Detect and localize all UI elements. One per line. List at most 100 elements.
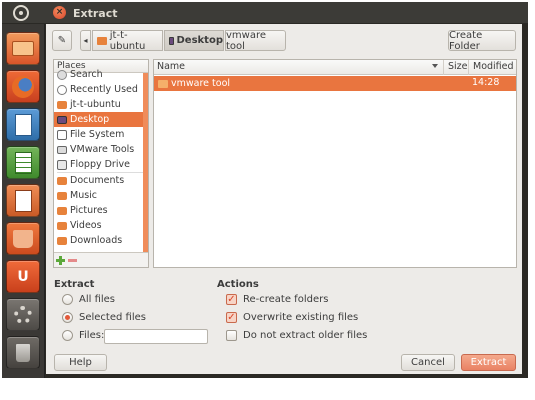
folder-icon bbox=[57, 176, 67, 185]
radio-label: Selected files bbox=[79, 312, 146, 323]
place-item-home[interactable]: jt-t-ubuntu bbox=[54, 97, 148, 112]
actions-section-title: Actions bbox=[217, 279, 259, 290]
ubuntu-one-launcher-icon[interactable]: U bbox=[6, 260, 40, 293]
unity-launcher: U bbox=[2, 24, 45, 378]
place-item-pictures[interactable]: Pictures bbox=[54, 203, 148, 218]
pictures-icon bbox=[57, 206, 67, 215]
create-folder-button[interactable]: Create Folder bbox=[448, 30, 516, 52]
add-bookmark-icon[interactable] bbox=[56, 256, 65, 265]
place-item-music[interactable]: Music bbox=[54, 188, 148, 203]
disk-icon bbox=[57, 145, 67, 154]
checkbox-label: Overwrite existing files bbox=[243, 312, 359, 323]
place-label: Videos bbox=[70, 220, 102, 231]
help-button[interactable]: Help bbox=[54, 354, 107, 371]
desktop-icon bbox=[57, 115, 67, 124]
checkbox-recreate-folders[interactable]: ✓ Re-create folders bbox=[226, 294, 328, 305]
cancel-button[interactable]: Cancel bbox=[401, 354, 455, 371]
calc-launcher-icon[interactable] bbox=[6, 146, 40, 179]
place-item-downloads[interactable]: Downloads bbox=[54, 233, 148, 248]
places-scrollbar[interactable] bbox=[143, 73, 148, 253]
column-label: Name bbox=[157, 61, 186, 72]
breadcrumb-home[interactable]: jt-t-ubuntu bbox=[92, 29, 163, 52]
places-footer bbox=[54, 252, 148, 267]
checkbox-unchecked-icon[interactable] bbox=[226, 330, 237, 341]
software-center-launcher-icon[interactable] bbox=[6, 222, 40, 255]
place-label: Downloads bbox=[70, 235, 123, 246]
window-titlebar[interactable]: × Extract bbox=[2, 2, 528, 24]
radio-selected-files[interactable]: Selected files bbox=[62, 312, 146, 323]
checkbox-label: Re-create folders bbox=[243, 294, 329, 305]
radio-files[interactable]: Files: bbox=[62, 330, 104, 341]
place-item-floppy-drive[interactable]: Floppy Drive bbox=[54, 157, 148, 172]
place-label: Floppy Drive bbox=[70, 159, 130, 170]
place-item-file-system[interactable]: File System bbox=[54, 127, 148, 142]
checkbox-do-not-extract-older[interactable]: Do not extract older files bbox=[226, 330, 367, 341]
place-item-recently-used[interactable]: Recently Used bbox=[54, 82, 148, 97]
search-icon bbox=[57, 69, 67, 80]
place-label: jt-t-ubuntu bbox=[70, 99, 121, 110]
place-item-vmware-tools[interactable]: VMware Tools bbox=[54, 142, 148, 157]
radio-button[interactable] bbox=[62, 330, 73, 341]
place-label: Desktop bbox=[70, 114, 110, 125]
system-settings-launcher-icon[interactable] bbox=[6, 298, 40, 331]
radio-button[interactable] bbox=[62, 312, 73, 323]
breadcrumb-vmware-tool[interactable]: vmware tool bbox=[225, 29, 286, 52]
column-header-name[interactable]: Name bbox=[154, 60, 444, 75]
videos-icon bbox=[57, 221, 67, 230]
column-header-modified[interactable]: Modified bbox=[470, 60, 516, 75]
place-label: VMware Tools bbox=[70, 144, 135, 155]
pencil-icon: ✎ bbox=[57, 35, 67, 46]
file-modified: 14:28 bbox=[472, 77, 500, 88]
pathbar-scroll-left-button[interactable]: ◂ bbox=[80, 30, 91, 51]
edit-location-button[interactable]: ✎ bbox=[52, 30, 72, 51]
firefox-launcher-icon[interactable] bbox=[6, 70, 40, 103]
downloads-icon bbox=[57, 236, 67, 245]
radio-label: All files bbox=[79, 294, 116, 305]
extract-button[interactable]: Extract bbox=[461, 354, 516, 371]
folder-icon bbox=[158, 79, 168, 88]
files-pattern-input[interactable] bbox=[104, 329, 208, 344]
file-list-header: Name Size Modified bbox=[154, 60, 516, 75]
places-pane[interactable]: Places Search Recently Used jt-t-ubuntu … bbox=[53, 59, 149, 268]
remove-bookmark-icon[interactable] bbox=[68, 259, 77, 262]
breadcrumb-label: jt-t-ubuntu bbox=[109, 29, 146, 52]
place-label: Documents bbox=[70, 175, 125, 186]
breadcrumb-label: vmware tool bbox=[226, 29, 267, 52]
recent-icon bbox=[57, 84, 67, 95]
place-item-documents[interactable]: Documents bbox=[54, 173, 148, 188]
sort-descending-icon bbox=[432, 64, 438, 68]
file-name: vmware tool bbox=[171, 78, 231, 89]
place-item-desktop[interactable]: Desktop bbox=[54, 112, 148, 127]
checkbox-checked-icon[interactable]: ✓ bbox=[226, 294, 237, 305]
filesystem-icon bbox=[57, 129, 67, 140]
home-folder-icon bbox=[97, 36, 107, 45]
file-list-pane[interactable]: Name Size Modified vmware tool 14:28 bbox=[153, 59, 517, 268]
radio-button[interactable] bbox=[62, 294, 73, 305]
ubuntu-logo-icon[interactable] bbox=[13, 5, 29, 21]
breadcrumb-desktop[interactable]: Desktop bbox=[164, 30, 224, 51]
place-label: Pictures bbox=[70, 205, 108, 216]
places-scrollbar-thumb[interactable] bbox=[143, 73, 148, 253]
checkbox-label: Do not extract older files bbox=[243, 330, 368, 341]
floppy-icon bbox=[57, 159, 67, 170]
home-folder-icon bbox=[57, 100, 67, 109]
checkbox-overwrite-existing[interactable]: ✓ Overwrite existing files bbox=[226, 312, 358, 323]
checkbox-checked-icon[interactable]: ✓ bbox=[226, 312, 237, 323]
writer-launcher-icon[interactable] bbox=[6, 108, 40, 141]
home-folder-launcher-icon[interactable] bbox=[6, 32, 40, 65]
breadcrumb-label: Desktop bbox=[176, 35, 224, 46]
close-icon: × bbox=[55, 7, 64, 17]
arrow-left-icon: ◂ bbox=[83, 36, 88, 45]
place-label: Search bbox=[70, 69, 103, 80]
file-row[interactable]: vmware tool 14:28 bbox=[154, 76, 516, 91]
place-label: File System bbox=[70, 129, 125, 140]
extract-section-title: Extract bbox=[54, 279, 95, 290]
window-title: Extract bbox=[73, 7, 118, 20]
radio-all-files[interactable]: All files bbox=[62, 294, 115, 305]
impress-launcher-icon[interactable] bbox=[6, 184, 40, 217]
close-button[interactable]: × bbox=[53, 6, 66, 19]
place-item-videos[interactable]: Videos bbox=[54, 218, 148, 233]
music-icon bbox=[57, 191, 67, 200]
column-header-size[interactable]: Size bbox=[445, 60, 469, 75]
trash-launcher-icon[interactable] bbox=[6, 336, 40, 369]
